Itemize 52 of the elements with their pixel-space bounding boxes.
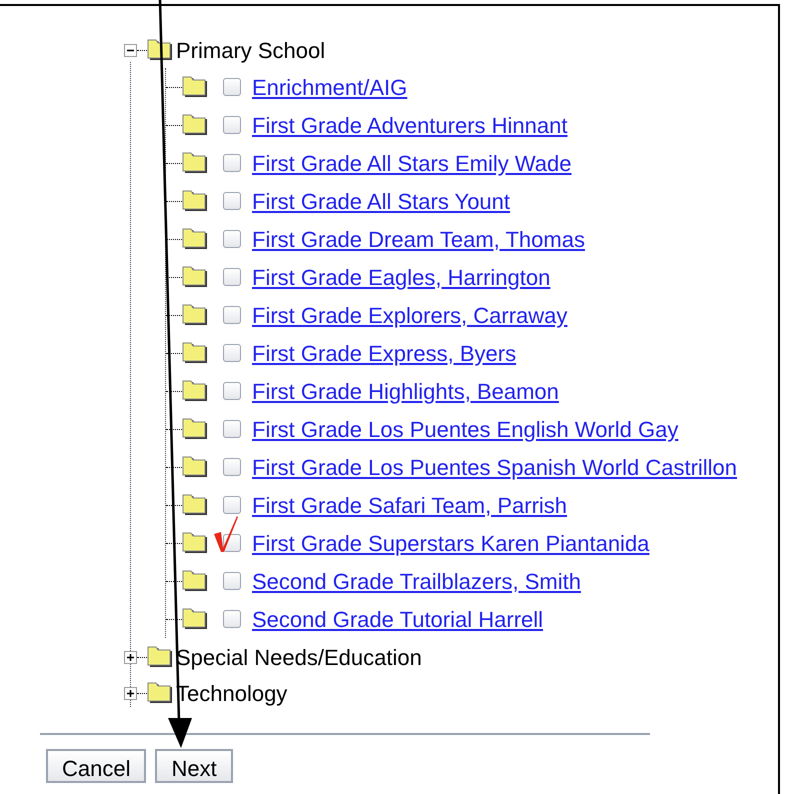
checkbox[interactable] (223, 306, 241, 324)
checkbox[interactable] (223, 572, 241, 590)
class-link[interactable]: First Grade Eagles, Harrington (252, 260, 550, 294)
class-link[interactable]: First Grade Safari Team, Parrish (252, 488, 568, 522)
folder-icon (182, 418, 209, 440)
folder-icon (147, 646, 174, 668)
checkbox[interactable] (223, 78, 241, 96)
checkbox[interactable] (223, 344, 241, 362)
folder-icon (182, 456, 209, 478)
next-button[interactable]: Next (155, 749, 233, 783)
checkbox[interactable] (223, 610, 241, 628)
class-link[interactable]: First Grade Highlights, Beamon (252, 374, 559, 408)
class-link[interactable]: First Grade Superstars Karen Piantanida (252, 526, 650, 560)
class-link[interactable]: First Grade Adventurers Hinnant (252, 108, 568, 142)
folder-icon (182, 304, 209, 326)
folder-icon (147, 682, 174, 704)
folder-icon (182, 570, 209, 592)
cancel-button[interactable]: Cancel (46, 749, 146, 783)
checkbox[interactable] (223, 230, 241, 248)
expand-icon[interactable] (124, 686, 137, 700)
checkbox[interactable] (223, 192, 241, 210)
checkbox[interactable] (223, 496, 241, 514)
folder-icon (182, 532, 209, 554)
folder-icon (182, 190, 209, 212)
collapse-icon[interactable] (124, 44, 137, 56)
folder-icon (182, 494, 209, 516)
checkbox[interactable] (223, 154, 241, 172)
checkbox[interactable] (223, 420, 241, 438)
folder-label[interactable]: Primary School (176, 34, 326, 66)
folder-icon (182, 114, 209, 136)
checkbox[interactable] (223, 382, 241, 400)
class-link[interactable]: Enrichment/AIG (252, 70, 408, 104)
checkbox[interactable] (223, 116, 241, 134)
class-link[interactable]: First Grade Express, Byers (252, 336, 516, 370)
folder-icon (182, 152, 209, 174)
folder-icon (182, 608, 209, 630)
expand-icon[interactable] (124, 650, 137, 664)
class-link[interactable]: First Grade All Stars Emily Wade (252, 146, 572, 180)
class-link[interactable]: First Grade Los Puentes Spanish World Castrillon (252, 450, 738, 484)
class-link[interactable]: First Grade Explorers, Carraway (252, 298, 568, 332)
class-link[interactable]: First Grade Dream Team, Thomas (252, 222, 585, 256)
folder-icon (182, 228, 209, 250)
folder-icon (182, 266, 209, 288)
checkbox[interactable] (223, 458, 241, 476)
class-link[interactable]: First Grade Los Puentes English World Gay (252, 412, 678, 446)
class-link[interactable]: Second Grade Tutorial Harrell (252, 602, 544, 636)
folder-icon (182, 342, 209, 364)
folder-icon (182, 380, 209, 402)
class-link[interactable]: First Grade All Stars Yount (252, 184, 510, 218)
checkbox[interactable] (223, 268, 241, 286)
class-link[interactable]: Second Grade Trailblazers, Smith (252, 564, 581, 598)
folder-icon (182, 76, 209, 98)
